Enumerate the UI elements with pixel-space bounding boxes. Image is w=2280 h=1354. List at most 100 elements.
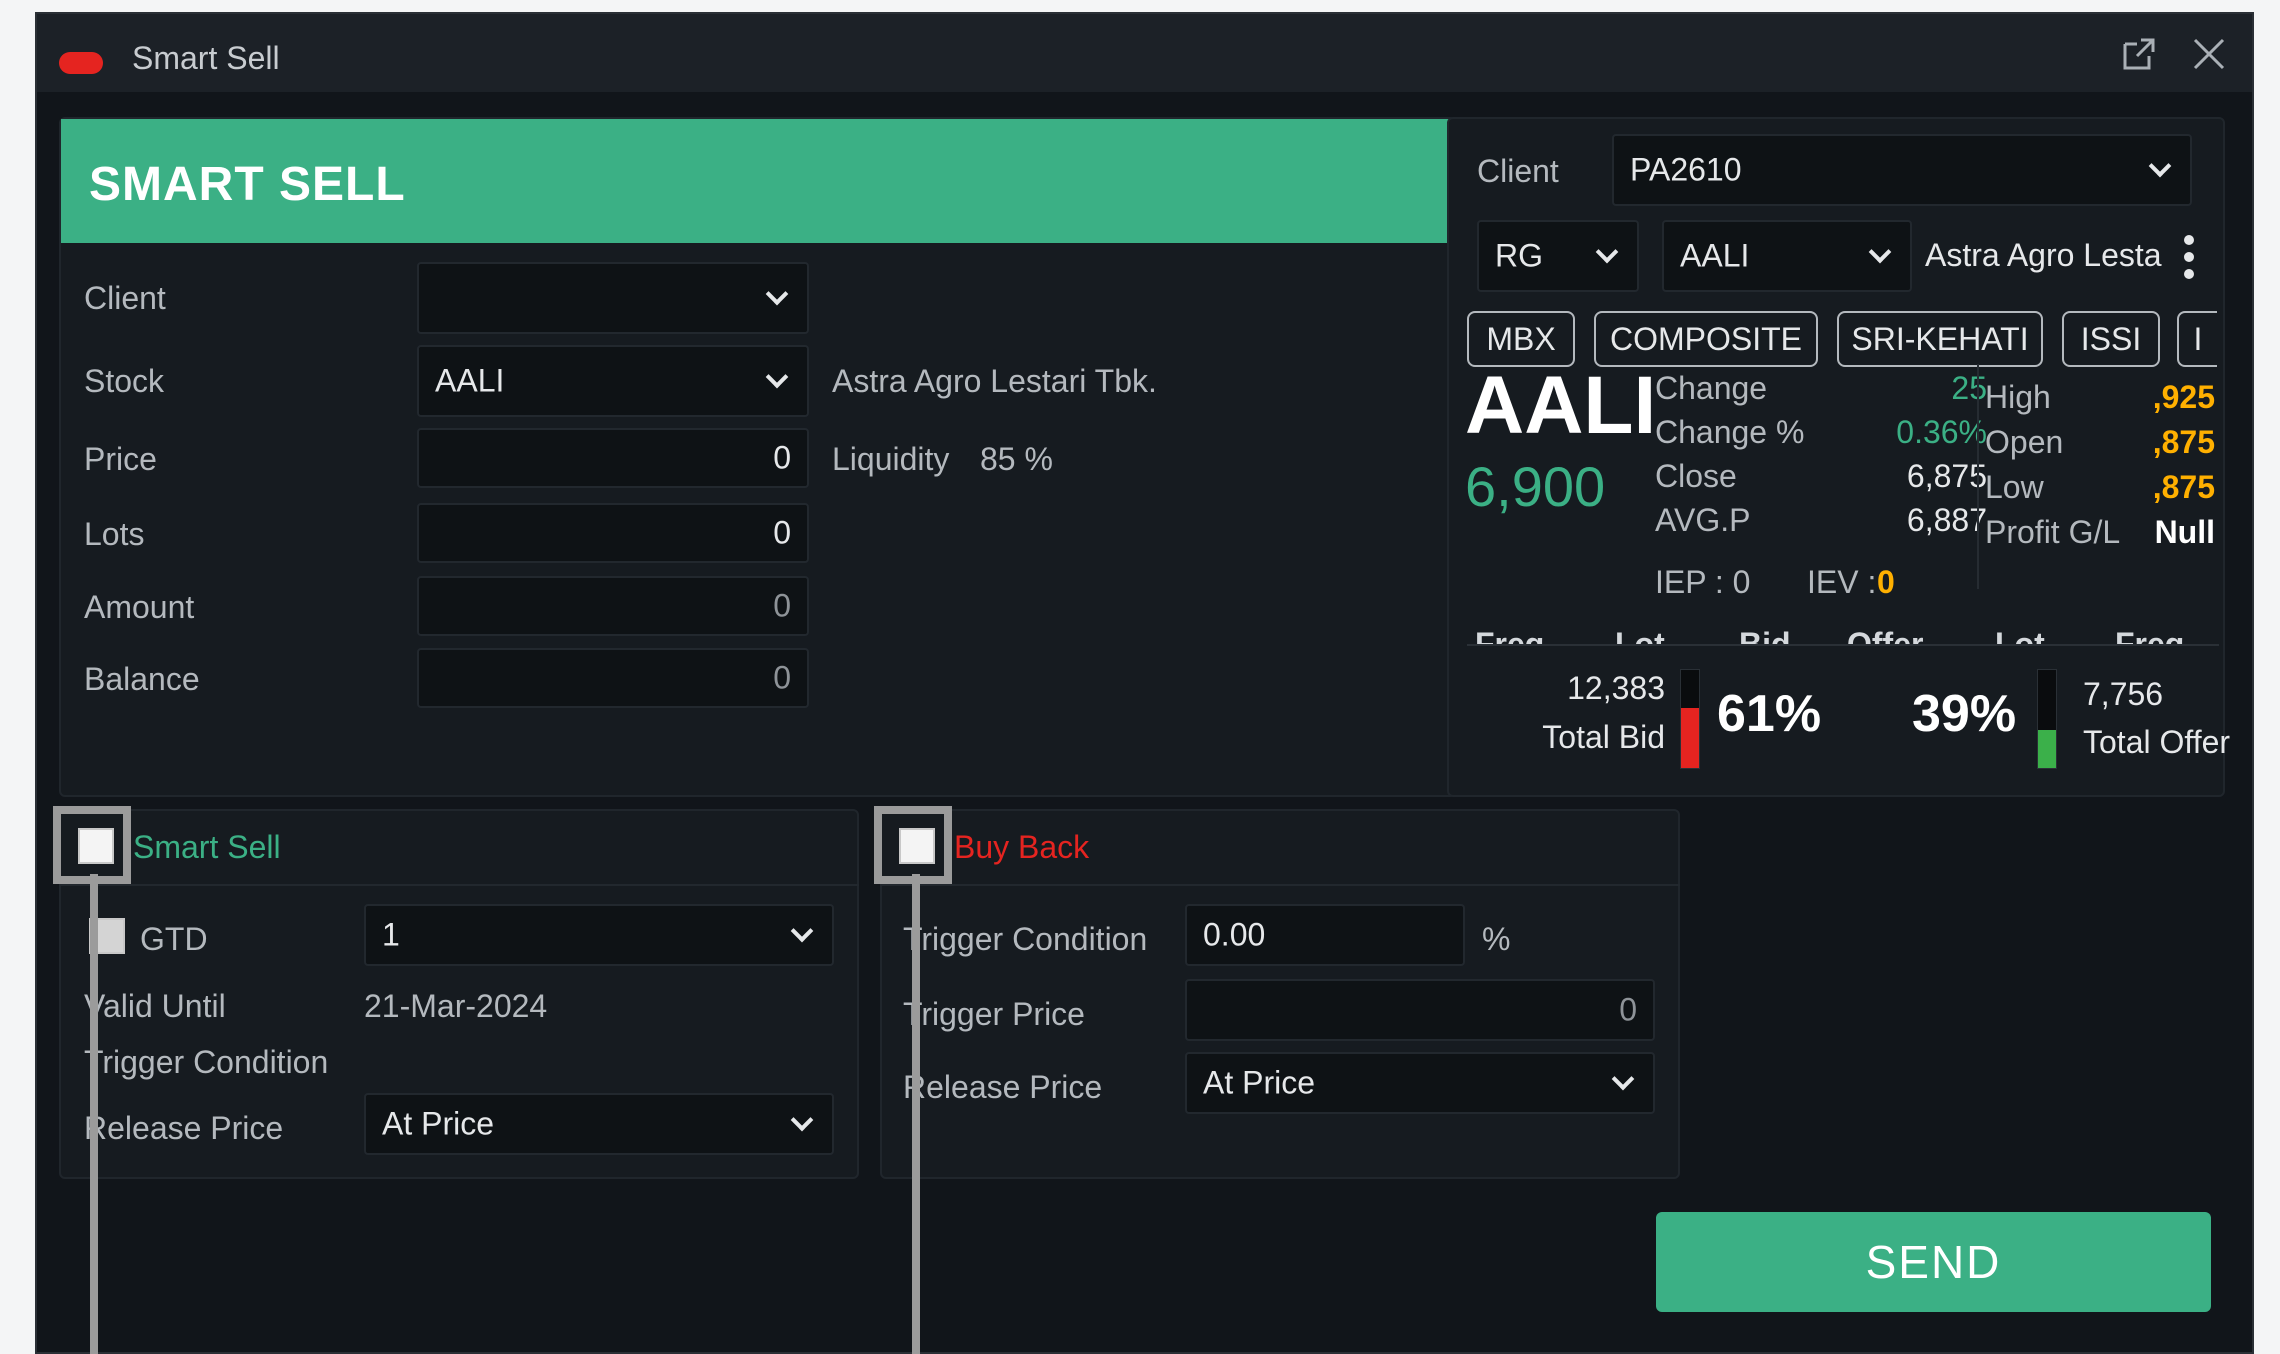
open-value: ,875 [2152, 424, 2215, 460]
buy-back-release-price-label: Release Price [903, 1069, 1103, 1105]
popout-icon[interactable] [2117, 34, 2161, 78]
buy-back-trigger-condition-label: Trigger Condition [903, 921, 1148, 957]
gtd-days-value: 1 [382, 916, 400, 953]
buy-back-release-price-value: At Price [1203, 1064, 1316, 1101]
buy-back-divider [880, 884, 1680, 886]
quote-client-value: PA2610 [1630, 151, 1742, 188]
iev-label: IEV : [1807, 564, 1877, 600]
balance-value: 0 [773, 659, 791, 696]
index-tag-composite[interactable]: COMPOSITE [1594, 311, 1818, 367]
smart-sell-release-price-select[interactable]: At Price [364, 1093, 834, 1155]
valid-until-value: 21-Mar-2024 [364, 988, 548, 1024]
balance-label: Balance [84, 661, 200, 697]
smart-sell-window: Smart Sell SMART SELL Client Stock AALI … [35, 12, 2254, 1354]
stock-label: Stock [84, 363, 165, 399]
buy-back-release-price-select[interactable]: At Price [1185, 1052, 1655, 1114]
last-price: 6,900 [1465, 455, 1606, 518]
buy-back-trigger-condition-value: 0.00 [1203, 916, 1266, 953]
order-header-title: SMART SELL [89, 158, 406, 211]
chevron-down-icon [765, 365, 789, 389]
gtd-days-select[interactable]: 1 [364, 904, 834, 966]
buy-back-checkbox[interactable] [899, 828, 935, 864]
high-label: High [1985, 379, 2051, 415]
amount-field: 0 [417, 576, 809, 636]
index-tag-more[interactable]: I [2177, 311, 2217, 367]
buy-back-trigger-price-input[interactable]: 0 [1185, 979, 1655, 1041]
trigger-condition-unit: % [1482, 921, 1511, 957]
amount-label: Amount [84, 589, 195, 625]
price-input-value: 0 [773, 439, 791, 476]
quote-divider [1977, 364, 1979, 589]
close-icon[interactable] [2187, 34, 2231, 78]
gtd-label: GTD [140, 921, 208, 957]
bid-strength-fill [1681, 708, 1699, 768]
bid-strength-bar [1680, 669, 1700, 769]
iep-label: IEP : 0 [1655, 564, 1751, 600]
stock-full-name: Astra Agro Lestari Tbk. [832, 363, 1157, 399]
order-header: SMART SELL [61, 119, 1454, 243]
quote-client-select[interactable]: PA2610 [1612, 134, 2192, 206]
chevron-down-icon [765, 282, 789, 306]
chevron-down-icon [790, 1108, 814, 1132]
balance-field: 0 [417, 648, 809, 708]
buy-back-trigger-price-value: 0 [1619, 991, 1637, 1028]
change-pct-value: 0.36% [1896, 414, 1987, 450]
stock-select-value: AALI [435, 362, 505, 399]
title-bar: Smart Sell [37, 14, 2252, 92]
callout-line-buy-back [912, 874, 920, 1354]
quote-stock-value: AALI [1680, 237, 1750, 274]
close-value: 6,875 [1906, 458, 1987, 494]
index-tag-mbx[interactable]: MBX [1467, 311, 1575, 367]
offer-percent: 39% [1912, 685, 2017, 743]
low-value: ,875 [2152, 469, 2215, 505]
callout-line-smart-sell [90, 874, 98, 1354]
change-pct-label: Change % [1655, 414, 1805, 450]
smart-sell-checkbox[interactable] [78, 828, 114, 864]
avgp-label: AVG.P [1655, 502, 1751, 538]
lots-input-value: 0 [773, 514, 791, 551]
smart-sell-trigger-condition-label: Trigger Condition [84, 1044, 329, 1080]
price-label: Price [84, 441, 157, 477]
index-tag-issi[interactable]: ISSI [2062, 311, 2160, 367]
status-pill-icon [59, 52, 103, 74]
lots-input[interactable]: 0 [417, 503, 809, 563]
index-tag-sri-kehati[interactable]: SRI-KEHATI [1837, 311, 2043, 367]
depth-header-freq: Freq [1475, 626, 1545, 646]
buy-back-trigger-price-label: Trigger Price [903, 996, 1085, 1032]
client-label: Client [84, 280, 166, 316]
send-button[interactable]: SEND [1656, 1212, 2211, 1312]
avgp-value: 6,887 [1906, 502, 1987, 538]
client-select[interactable] [417, 262, 809, 334]
smart-sell-divider [59, 884, 859, 886]
depth-header: Freq Lot Bid Offer Lot Freq [1467, 614, 2219, 646]
depth-header-bid: Bid [1739, 626, 1791, 646]
total-bid-label: Total Bid [1542, 719, 1665, 755]
board-select[interactable]: RG [1477, 220, 1639, 292]
profit-value: Null [2154, 514, 2215, 550]
high-value: ,925 [2152, 379, 2215, 415]
smart-sell-release-price-label: Release Price [84, 1110, 284, 1146]
buy-back-trigger-condition-input[interactable]: 0.00 [1185, 904, 1465, 966]
liquidity-label: Liquidity [832, 441, 950, 477]
chevron-down-icon [1868, 240, 1892, 264]
open-label: Open [1985, 424, 2064, 460]
board-select-value: RG [1495, 237, 1543, 274]
change-label: Change [1655, 370, 1768, 406]
iev-value: 0 [1877, 564, 1895, 600]
offer-strength-fill [2038, 729, 2056, 768]
quote-stock-select[interactable]: AALI [1662, 220, 1912, 292]
price-input[interactable]: 0 [417, 428, 809, 488]
quote-stock-name: Astra Agro Lesta [1925, 237, 2162, 273]
more-options-icon[interactable] [2181, 232, 2197, 282]
close-label: Close [1655, 458, 1737, 494]
stock-select[interactable]: AALI [417, 345, 809, 417]
quote-symbol: AALI [1465, 360, 1657, 451]
bid-percent: 61% [1717, 685, 1822, 743]
smart-sell-title: Smart Sell [133, 829, 281, 865]
depth-header-offer: Offer [1847, 626, 1924, 646]
window-title: Smart Sell [132, 40, 280, 76]
valid-until-label: Valid Until [84, 988, 226, 1024]
profit-label: Profit G/L [1985, 514, 2121, 550]
amount-value: 0 [773, 587, 791, 624]
liquidity-value: 85 % [980, 441, 1053, 477]
